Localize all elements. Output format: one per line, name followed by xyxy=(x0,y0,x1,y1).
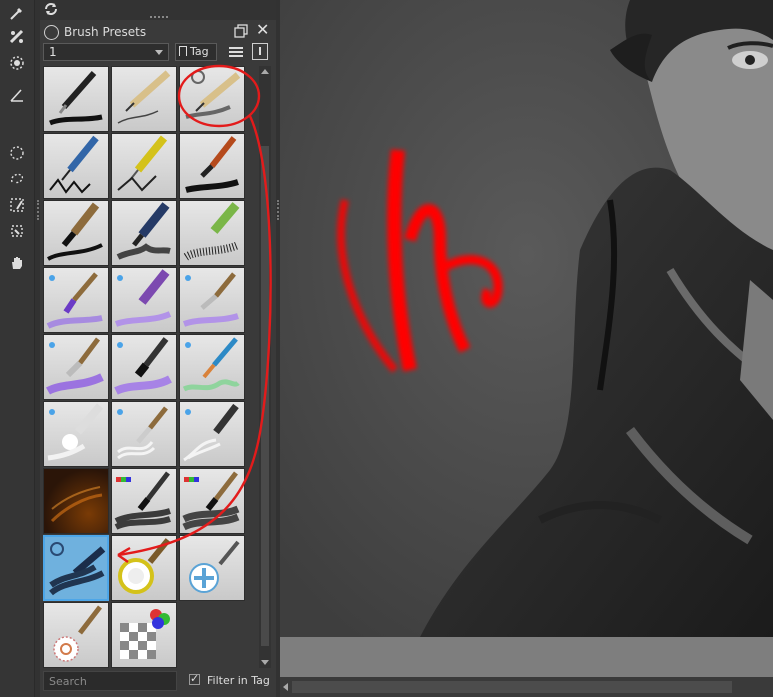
brush-presets-panel: Brush Presets ✕ 1 Tag Search Filter in T… xyxy=(40,0,276,697)
preset-rgb-brush[interactable] xyxy=(111,468,177,534)
measure-icon[interactable] xyxy=(6,84,28,106)
preset-fineliner[interactable] xyxy=(43,133,109,199)
pencil-icon xyxy=(117,70,171,124)
pan-hand-icon[interactable] xyxy=(6,252,28,274)
preset-ink-brush[interactable] xyxy=(43,200,109,266)
preset-texture-dark[interactable] xyxy=(43,468,109,534)
fineliner-icon xyxy=(49,135,99,194)
view-mode-icon[interactable] xyxy=(252,43,268,60)
preset-round-green[interactable] xyxy=(179,334,245,400)
scroll-thumb[interactable] xyxy=(261,146,269,646)
cross-pen-icon xyxy=(189,540,240,593)
search-input[interactable]: Search xyxy=(43,671,177,691)
water-blob-icon xyxy=(47,403,104,461)
preset-water-pen[interactable] xyxy=(179,401,245,467)
scroll-up-icon[interactable] xyxy=(261,69,269,74)
rgb-brush-icon xyxy=(114,471,171,530)
chevron-down-icon xyxy=(155,50,163,55)
preset-scrollbar[interactable] xyxy=(259,66,271,668)
preset-palette-knife[interactable] xyxy=(43,334,109,400)
reload-icon[interactable] xyxy=(42,0,60,18)
round-green-icon xyxy=(182,337,240,392)
preset-grid xyxy=(43,66,258,668)
drawing-canvas[interactable] xyxy=(280,0,773,637)
freehand-select-icon[interactable] xyxy=(6,168,28,190)
preset-pencil-reload[interactable] xyxy=(179,66,245,132)
chalk-icon xyxy=(183,202,240,261)
preset-wet-marker-purple[interactable] xyxy=(111,267,177,333)
close-panel-button[interactable]: ✕ xyxy=(256,22,269,38)
tag-label: Tag xyxy=(190,45,209,58)
preset-flat-brush[interactable] xyxy=(111,334,177,400)
panel-drag-grip[interactable] xyxy=(150,16,168,20)
toolbox xyxy=(0,0,35,697)
preset-set-combo[interactable]: 1 xyxy=(43,43,169,61)
wet-purple-icon xyxy=(46,272,103,329)
preset-nib[interactable] xyxy=(111,133,177,199)
pen-icon xyxy=(49,71,103,126)
nib-icon xyxy=(117,135,168,192)
lock-icon[interactable] xyxy=(44,25,59,40)
preset-marker[interactable] xyxy=(111,200,177,266)
rgb-brush-2-icon xyxy=(182,471,240,531)
filter-in-tag-label: Filter in Tag xyxy=(207,674,270,687)
brush-black-icon xyxy=(185,136,239,193)
filter-circle-icon xyxy=(118,538,171,594)
pattern-pen-icon xyxy=(53,605,102,662)
preset-water-knife[interactable] xyxy=(111,401,177,467)
preset-selected-blue[interactable] xyxy=(43,535,109,601)
preset-transparency[interactable] xyxy=(111,602,177,668)
smart-patch-icon[interactable] xyxy=(6,26,28,48)
transparency-icon xyxy=(120,609,170,659)
scroll-down-icon[interactable] xyxy=(261,660,269,665)
knife-purple-icon xyxy=(46,337,104,395)
ellipse-select-icon[interactable] xyxy=(6,142,28,164)
panel-title-bar: Brush Presets ✕ xyxy=(40,21,276,41)
preset-brush-black[interactable] xyxy=(179,133,245,199)
horizontal-scroll-thumb[interactable] xyxy=(292,681,732,693)
blue-selected-icon xyxy=(49,542,106,596)
magnetic-select-icon[interactable] xyxy=(6,220,28,242)
eyedropper-icon[interactable] xyxy=(6,2,28,24)
bookmark-icon xyxy=(179,46,187,56)
panel-title: Brush Presets xyxy=(64,25,147,39)
ink-brush-icon xyxy=(47,202,103,261)
water-pen-icon xyxy=(183,403,239,462)
tag-button[interactable]: Tag xyxy=(175,43,217,61)
wet-marker-icon xyxy=(114,269,172,327)
preset-pattern-pen[interactable] xyxy=(43,602,109,668)
preset-filter-circle[interactable] xyxy=(111,535,177,601)
filter-in-tag-checkbox[interactable] xyxy=(189,672,200,685)
painting-image xyxy=(280,0,773,637)
preset-cross-pen[interactable] xyxy=(179,535,245,601)
preset-wet-brush-purple[interactable] xyxy=(43,267,109,333)
menu-icon[interactable] xyxy=(229,45,243,59)
similar-select-icon[interactable] xyxy=(6,194,28,216)
preset-wet-knife[interactable] xyxy=(179,267,245,333)
preset-chalk[interactable] xyxy=(179,200,245,266)
preset-ink-pen[interactable] xyxy=(43,66,109,132)
water-knife-icon xyxy=(117,406,168,460)
scroll-left-icon[interactable] xyxy=(283,683,288,691)
combo-value: 1 xyxy=(49,45,57,59)
pencil-reload-icon xyxy=(185,70,241,119)
fill-icon[interactable] xyxy=(6,52,28,74)
texture-dark-icon xyxy=(50,486,103,523)
canvas-margin xyxy=(280,637,773,677)
preset-water-blob[interactable] xyxy=(43,401,109,467)
float-panel-icon[interactable] xyxy=(234,24,248,38)
flat-purple-icon xyxy=(114,337,172,395)
wet-knife-icon xyxy=(182,272,239,327)
preset-rgb-brush-2[interactable] xyxy=(179,468,245,534)
marker-icon xyxy=(116,202,171,260)
panel-top-bar xyxy=(40,0,276,20)
canvas-horizontal-scrollbar[interactable] xyxy=(280,677,773,697)
preset-pencil[interactable] xyxy=(111,66,177,132)
